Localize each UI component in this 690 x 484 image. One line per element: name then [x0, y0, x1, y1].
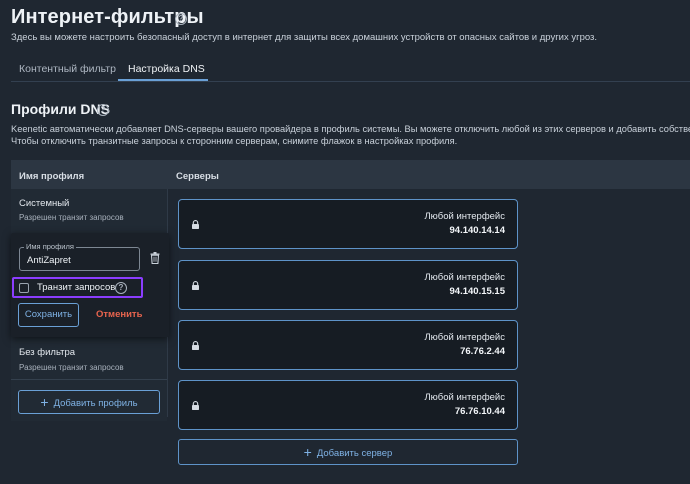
- dns-server-card[interactable]: Любой интерфейс 94.140.14.14: [178, 199, 518, 249]
- trash-icon[interactable]: [150, 252, 160, 264]
- add-profile-label: Добавить профиль: [53, 398, 138, 409]
- transit-requests-checkbox[interactable]: [19, 283, 29, 293]
- tabs-divider: [11, 81, 690, 82]
- server-ip: 76.76.2.44: [460, 346, 505, 357]
- section-description-line: Keenetic автоматически добавляет DNS-сер…: [11, 124, 690, 134]
- save-button[interactable]: Сохранить: [18, 303, 79, 327]
- cancel-button[interactable]: Отменить: [96, 309, 142, 320]
- server-interface: Любой интерфейс: [424, 392, 505, 403]
- dns-server-card[interactable]: Любой интерфейс 76.76.10.44: [178, 380, 518, 430]
- dns-server-card[interactable]: Любой интерфейс 76.76.2.44: [178, 320, 518, 370]
- tab-content-filter[interactable]: Контентный фильтр: [19, 63, 116, 75]
- profile-status-system: Разрешен транзит запросов: [19, 213, 124, 222]
- profile-name-input-value[interactable]: AntiZapret: [27, 255, 71, 266]
- profile-name-input-label: Имя профиля: [24, 242, 76, 251]
- lock-icon: [192, 220, 199, 229]
- page-subtitle: Здесь вы можете настроить безопасный дос…: [11, 32, 598, 43]
- lock-icon: [192, 281, 199, 290]
- table-header: [11, 160, 690, 189]
- column-header-servers: Серверы: [176, 171, 219, 182]
- profile-name-system[interactable]: Системный: [19, 198, 69, 209]
- dns-server-card[interactable]: Любой интерфейс 94.140.15.15: [178, 260, 518, 310]
- server-interface: Любой интерфейс: [424, 211, 505, 222]
- column-header-profile-name: Имя профиля: [19, 171, 85, 182]
- transit-help-icon[interactable]: ?: [115, 282, 127, 294]
- server-interface: Любой интерфейс: [424, 332, 505, 343]
- server-ip: 94.140.15.15: [449, 286, 505, 297]
- plus-icon: +: [303, 444, 312, 460]
- help-icon[interactable]: ?: [175, 13, 187, 25]
- server-ip: 94.140.14.14: [449, 225, 505, 236]
- section-title: Профили DNS: [11, 101, 110, 117]
- profile-name-no-filter[interactable]: Без фильтра: [19, 347, 75, 358]
- add-server-label: Добавить сервер: [316, 448, 393, 459]
- section-description-line: Чтобы отключить транзитные запросы к сто…: [11, 135, 458, 146]
- server-ip: 76.76.10.44: [454, 406, 505, 417]
- transit-requests-label[interactable]: Транзит запросов: [37, 282, 115, 293]
- plus-icon: +: [40, 394, 49, 410]
- server-interface: Любой интерфейс: [424, 272, 505, 283]
- section-description: Keenetic автоматически добавляет DNS-сер…: [11, 124, 690, 147]
- section-help-icon[interactable]: ?: [97, 104, 109, 116]
- tab-dns-settings[interactable]: Настройка DNS: [128, 63, 205, 75]
- row-divider: [11, 379, 167, 380]
- add-server-button[interactable]: + Добавить сервер: [178, 439, 518, 465]
- lock-icon: [192, 401, 199, 410]
- add-profile-button[interactable]: + Добавить профиль: [18, 390, 160, 414]
- lock-icon: [192, 341, 199, 350]
- profile-status-no-filter: Разрешен транзит запросов: [19, 363, 124, 372]
